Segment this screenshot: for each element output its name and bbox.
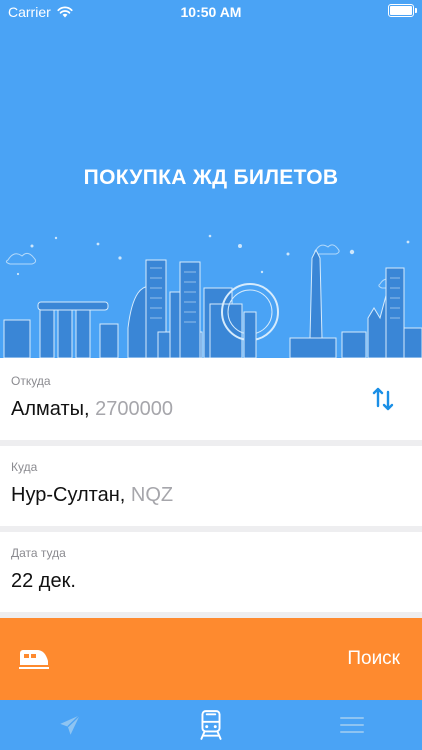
from-value: Алматы, 2700000 bbox=[11, 398, 173, 421]
to-label: Куда bbox=[11, 460, 38, 474]
city-skyline-illustration bbox=[3, 234, 422, 358]
to-value: Нур-Султан, NQZ bbox=[11, 484, 173, 507]
header-banner: Carrier 10:50 AM ПОКУПКА ЖД БИЛЕТОВ bbox=[0, 0, 422, 358]
search-button[interactable]: Поиск bbox=[0, 618, 422, 700]
from-label: Откуда bbox=[11, 374, 51, 388]
page-title: ПОКУПКА ЖД БИЛЕТОВ bbox=[83, 166, 339, 189]
date-field[interactable]: Дата туда 22 дек. bbox=[0, 532, 422, 612]
tab-bar bbox=[0, 700, 422, 750]
to-code: NQZ bbox=[130, 484, 174, 506]
tab-menu[interactable] bbox=[282, 700, 422, 750]
swap-button[interactable] bbox=[368, 382, 398, 416]
from-field[interactable]: Откуда Алматы, 2700000 bbox=[0, 358, 422, 440]
from-code: 2700000 bbox=[95, 398, 173, 420]
search-label: Поиск bbox=[347, 648, 400, 669]
date-value: 22 дек. bbox=[11, 570, 76, 592]
date-label: Дата туда bbox=[11, 546, 66, 560]
menu-icon bbox=[340, 717, 364, 733]
battery-icon bbox=[388, 4, 417, 17]
tab-trains[interactable] bbox=[141, 700, 281, 750]
status-bar: Carrier 10:50 AM bbox=[0, 0, 422, 24]
to-city: Нур-Султан, bbox=[11, 484, 126, 506]
train-side-icon bbox=[19, 650, 49, 669]
clock: 10:50 AM bbox=[180, 4, 242, 20]
to-field[interactable]: Куда Нур-Султан, NQZ bbox=[0, 446, 422, 526]
from-city: Алматы, bbox=[11, 398, 90, 420]
tab-flights[interactable] bbox=[0, 700, 140, 750]
plane-icon bbox=[60, 714, 81, 735]
swap-arrows-icon bbox=[372, 387, 394, 411]
train-icon bbox=[200, 710, 222, 740]
